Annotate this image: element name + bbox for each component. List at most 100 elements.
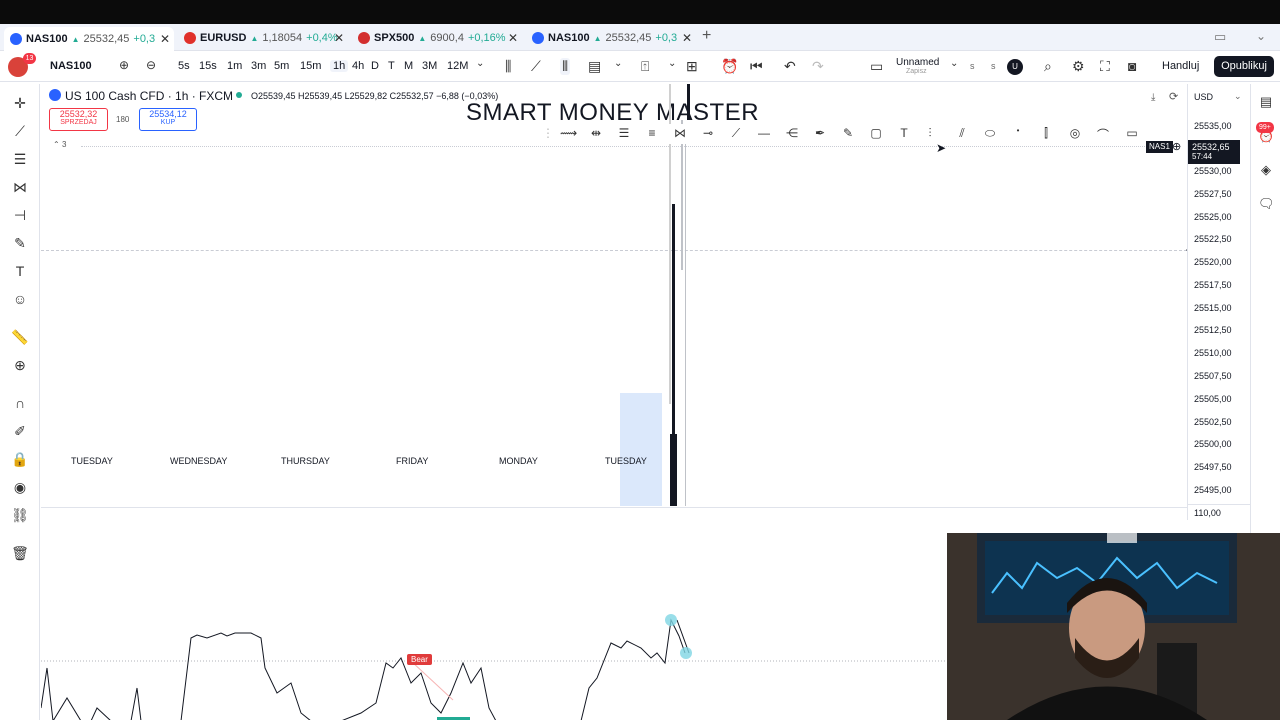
link-icon[interactable]: ⛓: [11, 506, 29, 524]
screen-icon[interactable]: ▭: [1214, 29, 1226, 45]
trade-button[interactable]: Handluj: [1162, 60, 1199, 72]
tab-nas100[interactable]: NAS100 ▲ 25532,45 +0,3 ✕: [4, 27, 174, 51]
interval-4h[interactable]: 4h: [352, 60, 364, 72]
rectangle-icon[interactable]: ▢: [868, 126, 884, 140]
line-chart-icon[interactable]: ⟋: [531, 58, 541, 75]
bar-chart-icon[interactable]: ⫼: [505, 58, 511, 75]
interval-15m[interactable]: 15m: [300, 60, 321, 72]
price-axis[interactable]: USD ⌄ 25535,00 25532,65 57:44 25530,00 2…: [1187, 84, 1250, 520]
crosshair-icon[interactable]: ✛: [11, 94, 29, 112]
ellipse-icon[interactable]: ⬭: [982, 126, 998, 141]
interval-d[interactable]: D: [371, 60, 379, 72]
arrow-down-icon[interactable]: ⤓: [1151, 92, 1155, 103]
close-icon[interactable]: ✕: [508, 31, 518, 45]
indicators-icon[interactable]: ▤: [588, 58, 601, 75]
trash-icon[interactable]: 🗑: [11, 544, 29, 562]
close-icon[interactable]: ✕: [682, 31, 692, 45]
interval-1h[interactable]: 1h: [330, 60, 349, 72]
add-alert-icon[interactable]: ⊕: [1172, 140, 1181, 153]
interval-t[interactable]: T: [388, 60, 395, 72]
text-icon[interactable]: T: [11, 262, 29, 280]
interval-1m[interactable]: 1m: [227, 60, 242, 72]
interval-12m[interactable]: 12M: [447, 60, 468, 72]
interval-m[interactable]: M: [404, 60, 413, 72]
replay-icon[interactable]: ⏮: [750, 58, 763, 75]
watchlist-icon[interactable]: ▤: [1258, 94, 1274, 110]
trend-line-icon[interactable]: ⟋: [11, 122, 29, 140]
undo-icon[interactable]: ↶: [784, 58, 796, 75]
redo-icon[interactable]: ↷: [812, 58, 824, 75]
pattern-icon[interactable]: ⋈: [11, 178, 29, 196]
trend-line-icon[interactable]: ⟋: [728, 126, 744, 141]
position-icon[interactable]: ⊣: [11, 206, 29, 224]
pattern-icon[interactable]: ⋈: [672, 126, 688, 140]
volume-profile-icon[interactable]: ⫿: [1038, 126, 1054, 141]
chevron-down-icon[interactable]: ⌄: [1234, 91, 1242, 102]
dot-icon[interactable]: •: [1010, 126, 1026, 135]
chevron-down-icon[interactable]: ⌄: [1256, 29, 1266, 43]
layers-icon[interactable]: ◈: [1258, 162, 1274, 178]
zigzag-icon[interactable]: ⟿: [560, 126, 577, 140]
chevron-down-icon[interactable]: ⌄: [614, 58, 622, 69]
sell-button[interactable]: 25532,32 SPRZEDAJ: [49, 108, 108, 131]
curve-icon[interactable]: ⌒: [1095, 126, 1111, 143]
parallel-icon[interactable]: ⫽: [954, 126, 970, 141]
channel-icon[interactable]: ≡: [644, 126, 660, 140]
tab-spx500[interactable]: SPX500 ▲ 6900,4 +0,16% ✕: [352, 27, 522, 49]
fork-icon[interactable]: ⋲: [784, 126, 800, 140]
tab-nas100-2[interactable]: NAS100 ▲ 25532,45 +0,3 ✕: [526, 27, 696, 49]
main-chart-pane[interactable]: US 100 Cash CFD · 1h · FXCM O25539,45 H2…: [41, 84, 1187, 506]
brush-icon[interactable]: ✎: [840, 126, 856, 140]
eye-icon[interactable]: ◉: [11, 478, 29, 496]
layout-grid-icon[interactable]: ⊞: [686, 58, 698, 75]
symbol-search[interactable]: NAS100: [50, 60, 92, 72]
indicators-toggle[interactable]: ⌃ 3: [53, 140, 66, 149]
refresh-icon[interactable]: ⟳: [1169, 90, 1178, 103]
fib-icon[interactable]: ☰: [11, 150, 29, 168]
chevron-down-icon[interactable]: ⌄: [950, 58, 958, 69]
alert-icon[interactable]: ⏰: [721, 58, 738, 75]
interval-5s[interactable]: 5s: [178, 60, 190, 72]
callout-icon[interactable]: ▭: [1124, 126, 1140, 140]
brush-icon[interactable]: ✎: [11, 234, 29, 252]
chevron-down-icon[interactable]: ⌄: [668, 58, 676, 69]
interval-15s[interactable]: 15s: [199, 60, 217, 72]
user-icon[interactable]: U: [1007, 59, 1023, 75]
chat-icon[interactable]: 🗨: [1258, 196, 1275, 212]
camera-icon[interactable]: ◙: [1128, 58, 1136, 74]
horizontal-ray-icon[interactable]: ⊸: [700, 126, 716, 140]
compare-icon[interactable]: ⊖: [146, 58, 156, 72]
s-icon[interactable]: s: [970, 61, 975, 71]
interval-3m[interactable]: 3M: [422, 60, 437, 72]
candles-icon[interactable]: ⦀: [560, 58, 571, 75]
s-icon-2[interactable]: s: [991, 61, 996, 71]
lock-icon[interactable]: 🔒: [11, 450, 29, 468]
currency-selector[interactable]: USD: [1194, 92, 1213, 102]
horizontal-line-icon[interactable]: —: [756, 126, 772, 140]
emoji-icon[interactable]: ☺: [11, 290, 29, 308]
buy-button[interactable]: 25534,12 KUP: [139, 108, 197, 131]
close-icon[interactable]: ✕: [334, 31, 344, 45]
range-icon[interactable]: ⇹: [588, 126, 604, 140]
add-symbol-icon[interactable]: ⊕: [119, 58, 129, 72]
text-icon[interactable]: T: [896, 126, 912, 140]
magnet-icon[interactable]: ∩: [11, 394, 29, 412]
circle-icon[interactable]: ◎: [1067, 126, 1083, 140]
gear-icon[interactable]: ⚙: [1072, 58, 1085, 75]
layout-icon[interactable]: ▭: [870, 58, 883, 75]
chart-title[interactable]: US 100 Cash CFD · 1h · FXCM: [65, 89, 233, 103]
lock-drawing-icon[interactable]: ✐: [11, 422, 29, 440]
tab-eurusd[interactable]: EURUSD ▲ 1,18054 +0,4% ✕: [178, 27, 348, 49]
new-tab-icon[interactable]: +: [702, 27, 711, 45]
layout-name[interactable]: Unnamed: [896, 57, 939, 68]
search-icon[interactable]: ⌕: [1044, 58, 1052, 75]
fullscreen-icon[interactable]: ⛶: [1100, 58, 1110, 75]
publish-button[interactable]: Opublikuj: [1214, 56, 1274, 77]
drag-handle-icon[interactable]: ⋮: [540, 126, 556, 140]
close-icon[interactable]: ✕: [160, 32, 170, 46]
zoom-icon[interactable]: ⊕: [11, 356, 29, 374]
interval-5m[interactable]: 5m: [274, 60, 289, 72]
templates-icon[interactable]: ⍐: [641, 58, 649, 75]
fib-retracement-icon[interactable]: ☰: [616, 126, 632, 140]
pen-icon[interactable]: ✒: [812, 126, 828, 140]
